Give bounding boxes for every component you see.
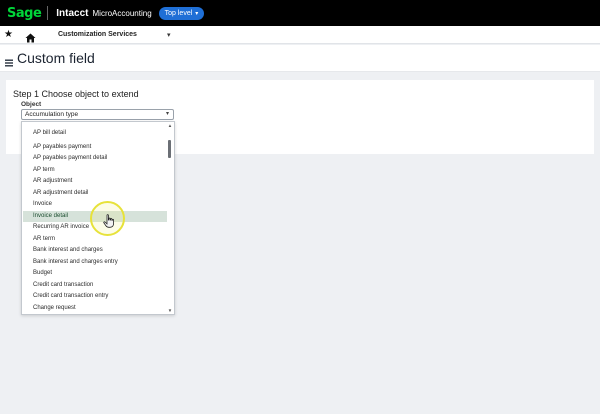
object-select-value: Accumulation type	[25, 111, 79, 118]
page-header: Custom field	[0, 45, 600, 72]
sage-logo[interactable]: Sage	[7, 6, 42, 21]
dropdown-option[interactable]: Bank interest and charges	[23, 245, 167, 256]
company-name: MicroAccounting	[92, 8, 152, 18]
chevron-down-icon[interactable]: ▾	[167, 31, 171, 39]
scroll-up-icon[interactable]: ▲	[167, 123, 173, 128]
chevron-down-icon: ▾	[165, 111, 169, 117]
entity-selector-label: Top level	[164, 9, 193, 17]
home-icon[interactable]	[25, 30, 36, 42]
hand-pointer-icon	[103, 214, 115, 228]
topbar-divider	[47, 6, 49, 20]
page-title: Custom field	[17, 50, 95, 66]
top-bar: Sage Intacct MicroAccounting Top level ▾	[0, 0, 600, 26]
dropdown-option[interactable]: Budget	[23, 268, 167, 279]
product-name: Intacct	[56, 7, 89, 19]
object-select[interactable]: Accumulation type ▾	[21, 109, 174, 120]
dropdown-option[interactable]: Bank interest and charges entry	[23, 257, 167, 268]
dropdown-option[interactable]: AR adjustment detail	[23, 188, 167, 199]
dropdown-option[interactable]: AP payables payment detail	[23, 153, 167, 164]
list-icon[interactable]	[5, 54, 13, 67]
dropdown-option[interactable]: AR term	[23, 234, 167, 245]
dropdown-option[interactable]: AP payables payment	[23, 142, 167, 153]
dropdown-option[interactable]: AP bill detail	[23, 128, 167, 139]
step-title: Step 1 Choose object to extend	[13, 89, 139, 99]
scroll-down-icon[interactable]: ▼	[167, 308, 173, 313]
dropdown-option[interactable]: Change request	[23, 303, 167, 314]
dropdown-option[interactable]: Credit card transaction	[23, 280, 167, 291]
scrollbar-thumb[interactable]	[168, 140, 171, 158]
nav-bar: ★ Customization Services ▾	[0, 26, 600, 44]
chevron-down-icon: ▾	[195, 10, 199, 17]
entity-selector-button[interactable]: Top level ▾	[158, 6, 205, 20]
dropdown-scrollbar[interactable]: ▲ ▼	[167, 122, 173, 314]
menu-customization-services[interactable]: Customization Services	[58, 31, 137, 38]
dropdown-option[interactable]: Credit card transaction entry	[23, 291, 167, 302]
object-field-label: Object	[21, 101, 42, 108]
dropdown-option[interactable]: AP term	[23, 165, 167, 176]
dropdown-option[interactable]: AR adjustment	[23, 176, 167, 187]
star-icon[interactable]: ★	[4, 29, 13, 40]
